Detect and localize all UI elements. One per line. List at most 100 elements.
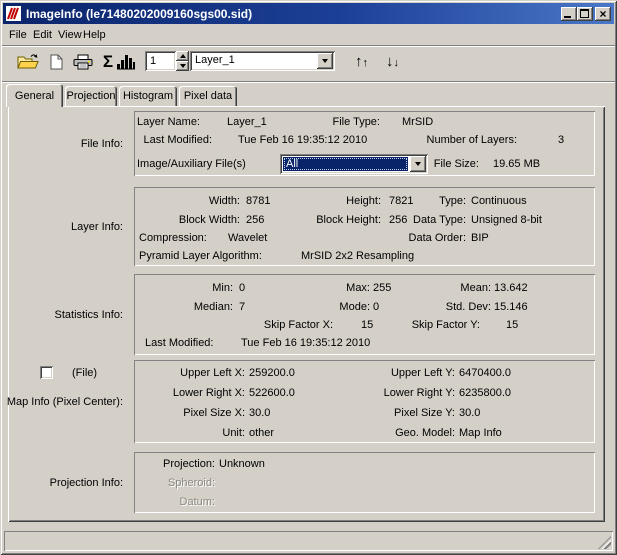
geo-model-value: Map Info <box>459 427 502 439</box>
maximize-button[interactable] <box>577 7 593 21</box>
projection-info-group: Projection: Unknown Spheroid: Datum: <box>134 452 595 513</box>
tab-histogram[interactable]: Histogram <box>119 86 177 106</box>
print-button[interactable] <box>70 49 96 74</box>
block-width-value: 256 <box>246 214 264 226</box>
aux-files-dropdown-button[interactable] <box>410 156 426 172</box>
statistics-info-section-label: Statistics Info: <box>5 309 123 321</box>
menu-toolbar-divider <box>2 45 615 47</box>
skip-factor-x-value: 15 <box>361 319 373 331</box>
tab-general-label: General <box>15 90 54 102</box>
lower-right-x-label: Lower Right X: <box>173 387 245 399</box>
skip-factor-y-value: 15 <box>506 319 518 331</box>
lower-right-x-value: 522600.0 <box>249 387 295 399</box>
new-document-button[interactable] <box>43 49 69 74</box>
tab-histogram-label: Histogram <box>123 90 173 102</box>
layer-info-group: Width: 8781 Height: 7821 Type: Continuou… <box>134 187 595 266</box>
file-checkbox-label[interactable]: (File) <box>72 367 97 379</box>
app-logo-icon <box>6 6 21 21</box>
height-value: 7821 <box>389 195 413 207</box>
stats-last-modified-label: Last Modified: <box>145 337 213 349</box>
resize-grip[interactable] <box>598 536 611 549</box>
tab-projection-label: Projection <box>67 90 116 102</box>
minimize-button[interactable] <box>561 7 577 21</box>
menu-file[interactable]: File <box>9 29 27 41</box>
aux-files-combobox[interactable]: All <box>280 154 428 174</box>
layer-info-section-label: Layer Info: <box>5 221 123 233</box>
type-value: Continuous <box>471 195 527 207</box>
projection-label: Projection: <box>163 458 215 470</box>
map-info-group: Upper Left X: 259200.0 Upper Left Y: 647… <box>134 360 595 443</box>
level-down-button[interactable]: ↓↓ <box>386 51 399 71</box>
layer-selector-value: Layer_1 <box>195 54 235 66</box>
titlebar[interactable]: ImageInfo (le71480202009160sgs00.sid) × <box>3 3 614 24</box>
std-dev-label: Std. Dev: <box>446 301 491 313</box>
histogram-button[interactable] <box>113 49 139 74</box>
upper-left-y-label: Upper Left Y: <box>391 367 455 379</box>
projection-info-section-label: Projection Info: <box>5 477 123 489</box>
toolbar-divider <box>2 81 615 83</box>
file-last-modified-value: Tue Feb 16 19:35:12 2010 <box>238 134 367 146</box>
menu-view[interactable]: View <box>58 29 82 41</box>
lower-right-y-label: Lower Right Y: <box>384 387 455 399</box>
file-checkbox[interactable] <box>40 366 53 379</box>
statistics-info-group: Min: 0 Max: 255 Mean: 13.642 Median: 7 M… <box>134 274 595 355</box>
spinner-up-button[interactable] <box>176 51 189 61</box>
page-spinner-input[interactable] <box>145 51 176 71</box>
open-file-button[interactable] <box>15 49 41 74</box>
tab-pixel-data-label: Pixel data <box>184 90 232 102</box>
upper-left-x-label: Upper Left X: <box>180 367 245 379</box>
data-type-value: Unsigned 8-bit <box>471 214 542 226</box>
pixel-size-x-label: Pixel Size X: <box>183 407 245 419</box>
tab-pixel-data[interactable]: Pixel data <box>179 86 237 106</box>
file-last-modified-label: Last Modified: <box>144 134 212 146</box>
spinner-down-button[interactable] <box>176 61 189 71</box>
compression-label: Compression: <box>139 232 207 244</box>
mean-value: 13.642 <box>494 282 528 294</box>
file-type-label: File Type: <box>333 116 381 128</box>
layer-selector-dropdown-button[interactable] <box>317 53 333 69</box>
pixel-size-x-value: 30.0 <box>249 407 270 419</box>
file-info-section-label: File Info: <box>5 138 123 150</box>
level-down-icon: ↓ <box>386 53 394 70</box>
max-value: 255 <box>373 282 391 294</box>
layer-selector-combobox[interactable]: Layer_1 <box>190 51 335 71</box>
number-of-layers-label: Number of Layers: <box>427 134 517 146</box>
pixel-size-y-value: 30.0 <box>459 407 480 419</box>
unit-label: Unit: <box>222 427 245 439</box>
unit-value: other <box>249 427 274 439</box>
histogram-icon <box>116 53 136 70</box>
min-label: Min: <box>212 282 233 294</box>
lower-right-y-value: 6235800.0 <box>459 387 511 399</box>
dropdown-arrow-icon <box>322 59 328 63</box>
mode-value: 0 <box>373 301 379 313</box>
median-value: 7 <box>239 301 245 313</box>
level-up-icon: ↑ <box>355 53 363 70</box>
file-size-label: File Size: <box>434 158 479 170</box>
stats-last-modified-value: Tue Feb 16 19:35:12 2010 <box>241 337 370 349</box>
mean-label: Mean: <box>460 282 491 294</box>
close-icon: × <box>595 7 611 21</box>
mode-label: Mode: <box>339 301 370 313</box>
block-width-label: Block Width: <box>179 214 240 226</box>
aux-files-selected-value: All <box>283 157 408 171</box>
tab-projection[interactable]: Projection <box>65 86 117 106</box>
window-title: ImageInfo (le71480202009160sgs00.sid) <box>26 7 252 21</box>
data-order-value: BIP <box>471 232 489 244</box>
min-value: 0 <box>239 282 245 294</box>
statistics-sigma-icon: Σ <box>103 53 113 70</box>
close-button[interactable]: × <box>595 7 611 21</box>
spinner-up-icon <box>180 54 186 58</box>
pyramid-algorithm-value: MrSID 2x2 Resampling <box>301 250 414 262</box>
spinner-down-icon <box>180 64 186 68</box>
width-value: 8781 <box>246 195 270 207</box>
layer-name-value: Layer_1 <box>227 116 267 128</box>
file-size-value: 19.65 MB <box>493 158 540 170</box>
menu-help[interactable]: Help <box>83 29 106 41</box>
tab-general[interactable]: General <box>6 84 63 107</box>
pixel-size-y-label: Pixel Size Y: <box>394 407 455 419</box>
level-up-button[interactable]: ↑↑ <box>355 51 368 71</box>
menu-edit[interactable]: Edit <box>33 29 52 41</box>
print-icon <box>73 54 93 70</box>
block-height-value: 256 <box>389 214 407 226</box>
status-bar <box>4 531 613 551</box>
